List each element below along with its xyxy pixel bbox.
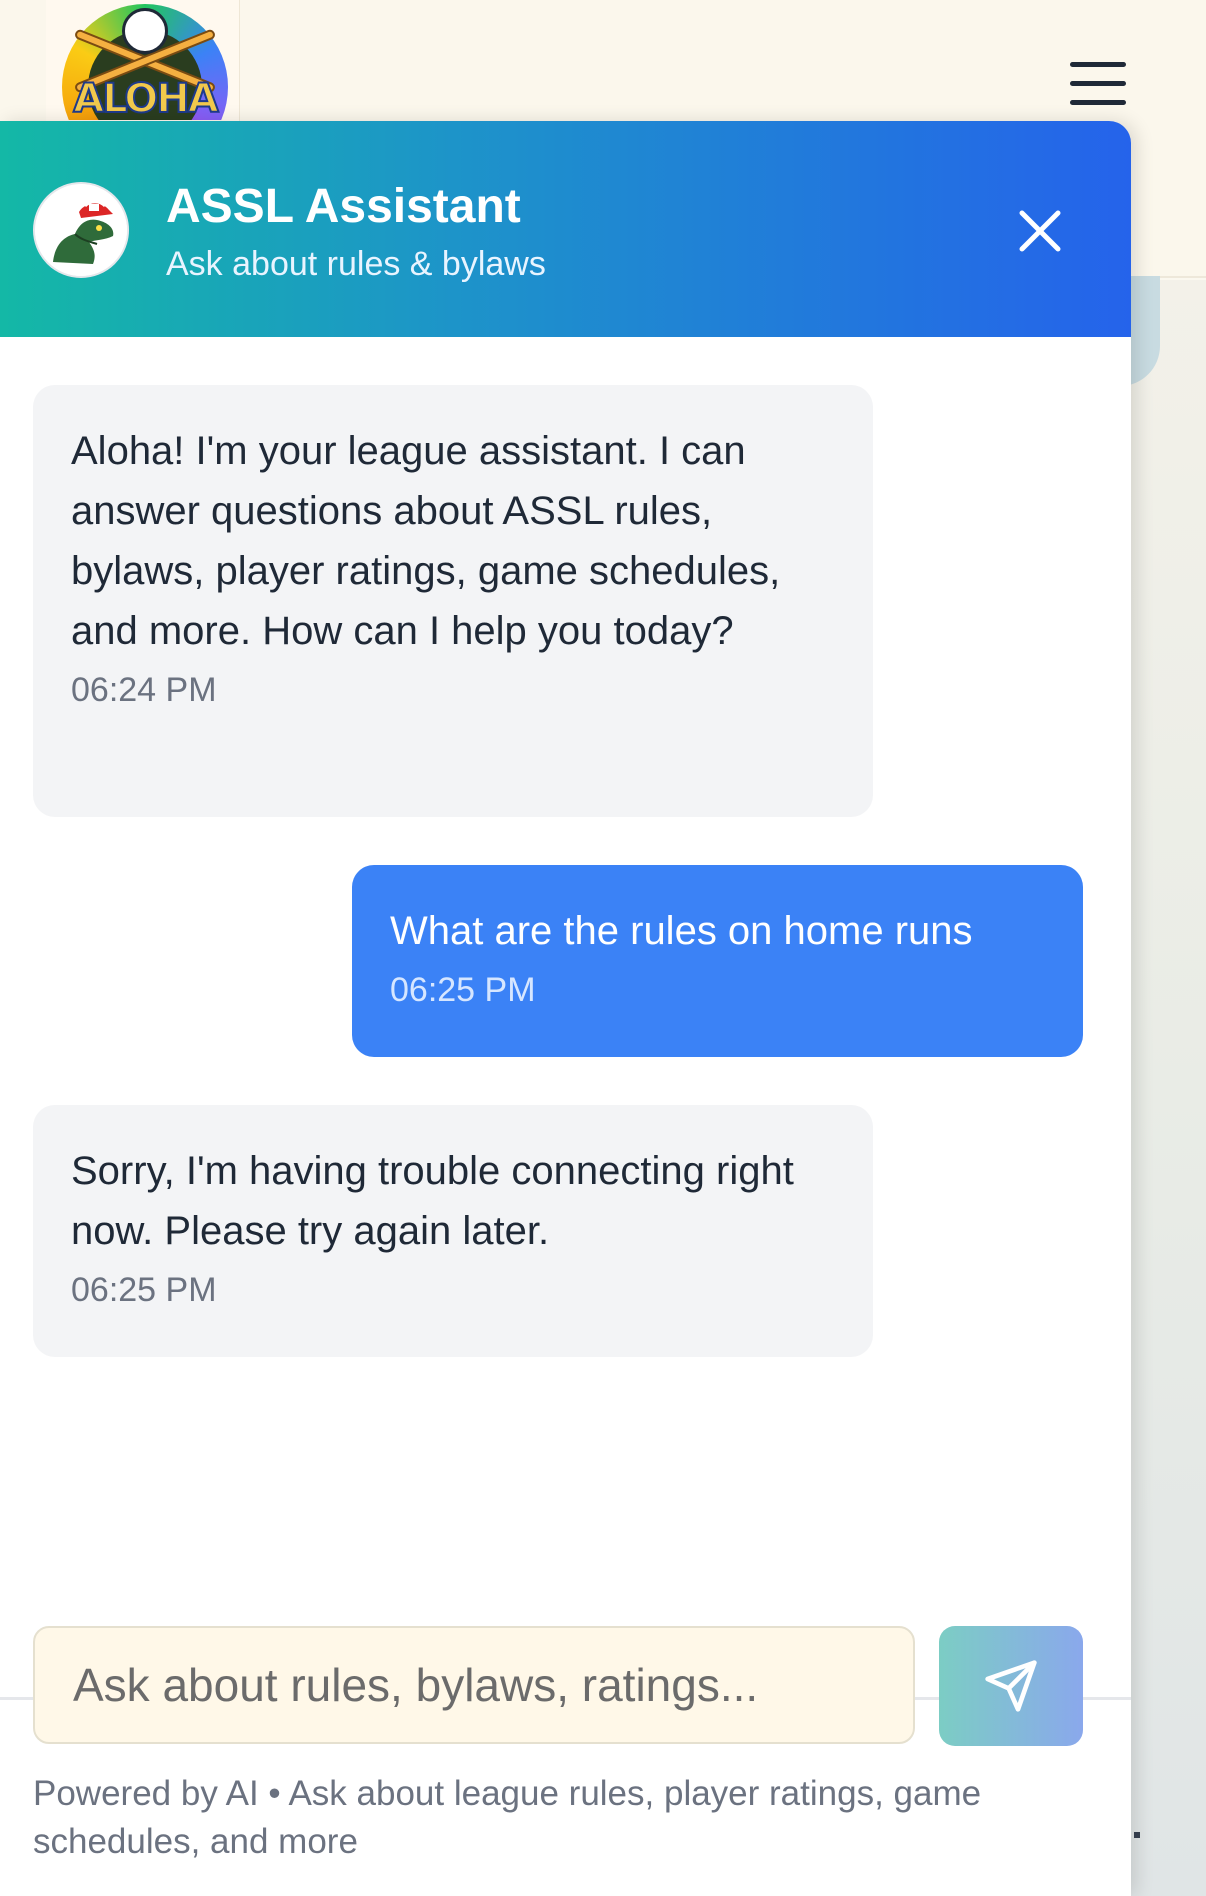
close-button[interactable] <box>1010 201 1070 261</box>
message-text: Aloha! I'm your league assistant. I can … <box>71 429 781 653</box>
message-timestamp: 06:25 PM <box>390 971 536 1009</box>
message-timestamp: 06:24 PM <box>71 671 217 709</box>
close-icon <box>1019 210 1061 252</box>
chat-header: ASSL Assistant Ask about rules & bylaws <box>0 121 1131 337</box>
logo-text: ALOHA STATE <box>72 75 219 120</box>
assistant-title: ASSL Assistant <box>166 180 521 233</box>
user-message: What are the rules on home runs 06:25 PM <box>352 865 1083 1057</box>
footer-note: Powered by AI • Ask about league rules, … <box>33 1774 982 1861</box>
message-list[interactable]: Aloha! I'm your league assistant. I can … <box>0 337 1131 1697</box>
baseball-icon <box>122 8 168 54</box>
message-text: What are the rules on home runs <box>390 909 973 953</box>
send-button[interactable] <box>939 1626 1083 1746</box>
message-text: Sorry, I'm having trouble connecting rig… <box>71 1149 794 1253</box>
background-dot <box>1134 1832 1140 1838</box>
assistant-subtitle: Ask about rules & bylaws <box>166 245 546 283</box>
assistant-message: Sorry, I'm having trouble connecting rig… <box>33 1105 873 1357</box>
message-timestamp: 06:25 PM <box>71 1271 217 1309</box>
site-logo[interactable]: ALOHA STATE <box>0 0 260 120</box>
hamburger-menu-icon[interactable] <box>1070 62 1126 106</box>
assistant-message: Aloha! I'm your league assistant. I can … <box>33 385 873 817</box>
dinosaur-mascot-avatar <box>35 184 127 276</box>
chat-input[interactable] <box>33 1626 915 1744</box>
assistant-avatar <box>33 182 129 278</box>
send-paper-plane-icon <box>985 1660 1037 1712</box>
